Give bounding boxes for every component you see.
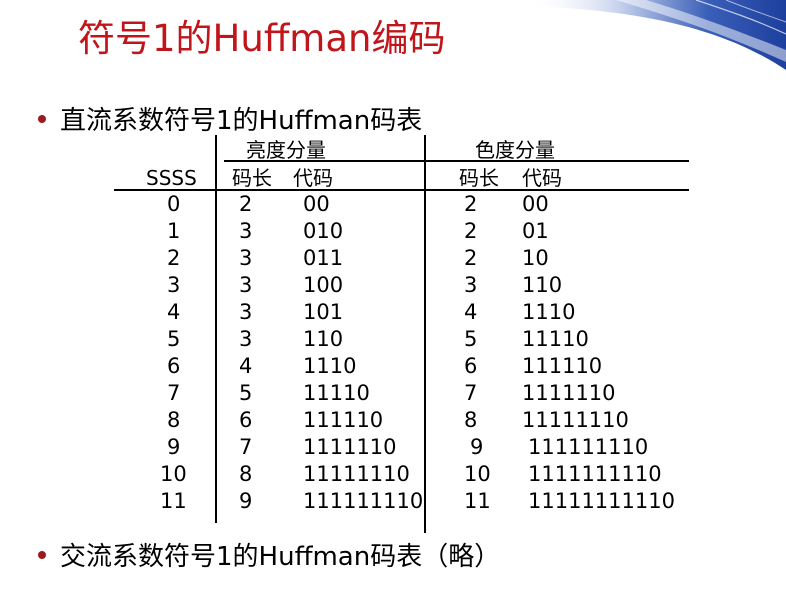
cell-luma-code: 111110 — [303, 408, 384, 432]
cell-luma-code: 11111110 — [303, 462, 410, 486]
cell-chroma-code: 01 — [522, 219, 549, 243]
header-luma-length: 码长 — [232, 166, 272, 190]
cell-ssss: 10 — [160, 462, 187, 486]
cell-luma-length: 3 — [239, 327, 253, 351]
cell-luma-code: 11110 — [303, 381, 370, 405]
cell-chroma-code: 1111110 — [522, 381, 616, 405]
cell-chroma-code: 00 — [522, 192, 549, 216]
table-header-rule — [114, 189, 689, 191]
cell-luma-code: 1111110 — [303, 435, 397, 459]
cell-chroma-length: 4 — [464, 300, 478, 324]
cell-luma-code: 00 — [303, 192, 330, 216]
cell-luma-length: 3 — [239, 246, 253, 270]
cell-ssss: 11 — [160, 489, 187, 513]
cell-chroma-code: 1110 — [522, 300, 576, 324]
cell-ssss: 7 — [167, 381, 181, 405]
cell-chroma-length: 2 — [464, 246, 478, 270]
cell-ssss: 9 — [167, 435, 181, 459]
cell-ssss: 4 — [167, 300, 181, 324]
cell-chroma-length: 5 — [464, 327, 478, 351]
table-divider-middle — [424, 135, 426, 533]
cell-chroma-length: 9 — [470, 435, 484, 459]
cell-chroma-code: 11111110 — [522, 408, 629, 432]
header-chroma-length: 码长 — [459, 166, 499, 190]
cell-luma-length: 5 — [239, 381, 253, 405]
cell-luma-code: 101 — [303, 300, 344, 324]
cell-luma-code: 011 — [303, 246, 344, 270]
bullet-ac-table: 交流系数符号1的Huffman码表（略） — [38, 536, 500, 573]
cell-chroma-length: 2 — [464, 219, 478, 243]
bullet-text: 交流系数符号1的Huffman码表（略） — [60, 542, 501, 572]
cell-luma-length: 2 — [239, 192, 253, 216]
cell-chroma-code: 1111111110 — [528, 462, 662, 486]
cell-luma-code: 110 — [303, 327, 344, 351]
cell-chroma-length: 10 — [464, 462, 491, 486]
header-luma: 亮度分量 — [246, 138, 326, 162]
cell-luma-length: 8 — [239, 462, 253, 486]
header-chroma: 色度分量 — [475, 138, 555, 162]
huffman-table: 亮度分量 色度分量 SSSS 码长 代码 码长 代码 0 2 00 2 00 1… — [0, 0, 786, 589]
cell-chroma-code: 10 — [522, 246, 549, 270]
cell-chroma-length: 2 — [464, 192, 478, 216]
cell-ssss: 0 — [167, 192, 181, 216]
cell-chroma-code: 110 — [522, 273, 563, 297]
cell-ssss: 2 — [167, 246, 181, 270]
table-divider-left — [215, 135, 217, 523]
cell-ssss: 3 — [167, 273, 181, 297]
cell-luma-length: 7 — [239, 435, 253, 459]
cell-luma-length: 9 — [239, 489, 253, 513]
cell-luma-code: 111111110 — [303, 489, 424, 513]
cell-chroma-length: 7 — [464, 381, 478, 405]
cell-luma-length: 6 — [239, 408, 253, 432]
cell-ssss: 1 — [167, 219, 181, 243]
header-chroma-code: 代码 — [522, 166, 562, 190]
header-ssss: SSSS — [146, 166, 197, 190]
cell-chroma-code: 11111111110 — [528, 489, 675, 513]
cell-luma-length: 4 — [239, 354, 253, 378]
cell-chroma-length: 6 — [464, 354, 478, 378]
cell-chroma-length: 3 — [464, 273, 478, 297]
cell-ssss: 8 — [167, 408, 181, 432]
cell-luma-code: 100 — [303, 273, 344, 297]
bullet-dot-icon — [38, 550, 46, 559]
header-luma-code: 代码 — [293, 166, 333, 190]
cell-chroma-code: 11110 — [522, 327, 589, 351]
cell-ssss: 5 — [167, 327, 181, 351]
cell-luma-code: 010 — [303, 219, 344, 243]
cell-luma-length: 3 — [239, 219, 253, 243]
cell-chroma-code: 111110 — [522, 354, 603, 378]
cell-chroma-code: 111111110 — [528, 435, 649, 459]
cell-luma-length: 3 — [239, 300, 253, 324]
cell-chroma-length: 11 — [464, 489, 491, 513]
cell-luma-code: 1110 — [303, 354, 357, 378]
cell-chroma-length: 8 — [464, 408, 478, 432]
cell-ssss: 6 — [167, 354, 181, 378]
cell-luma-length: 3 — [239, 273, 253, 297]
